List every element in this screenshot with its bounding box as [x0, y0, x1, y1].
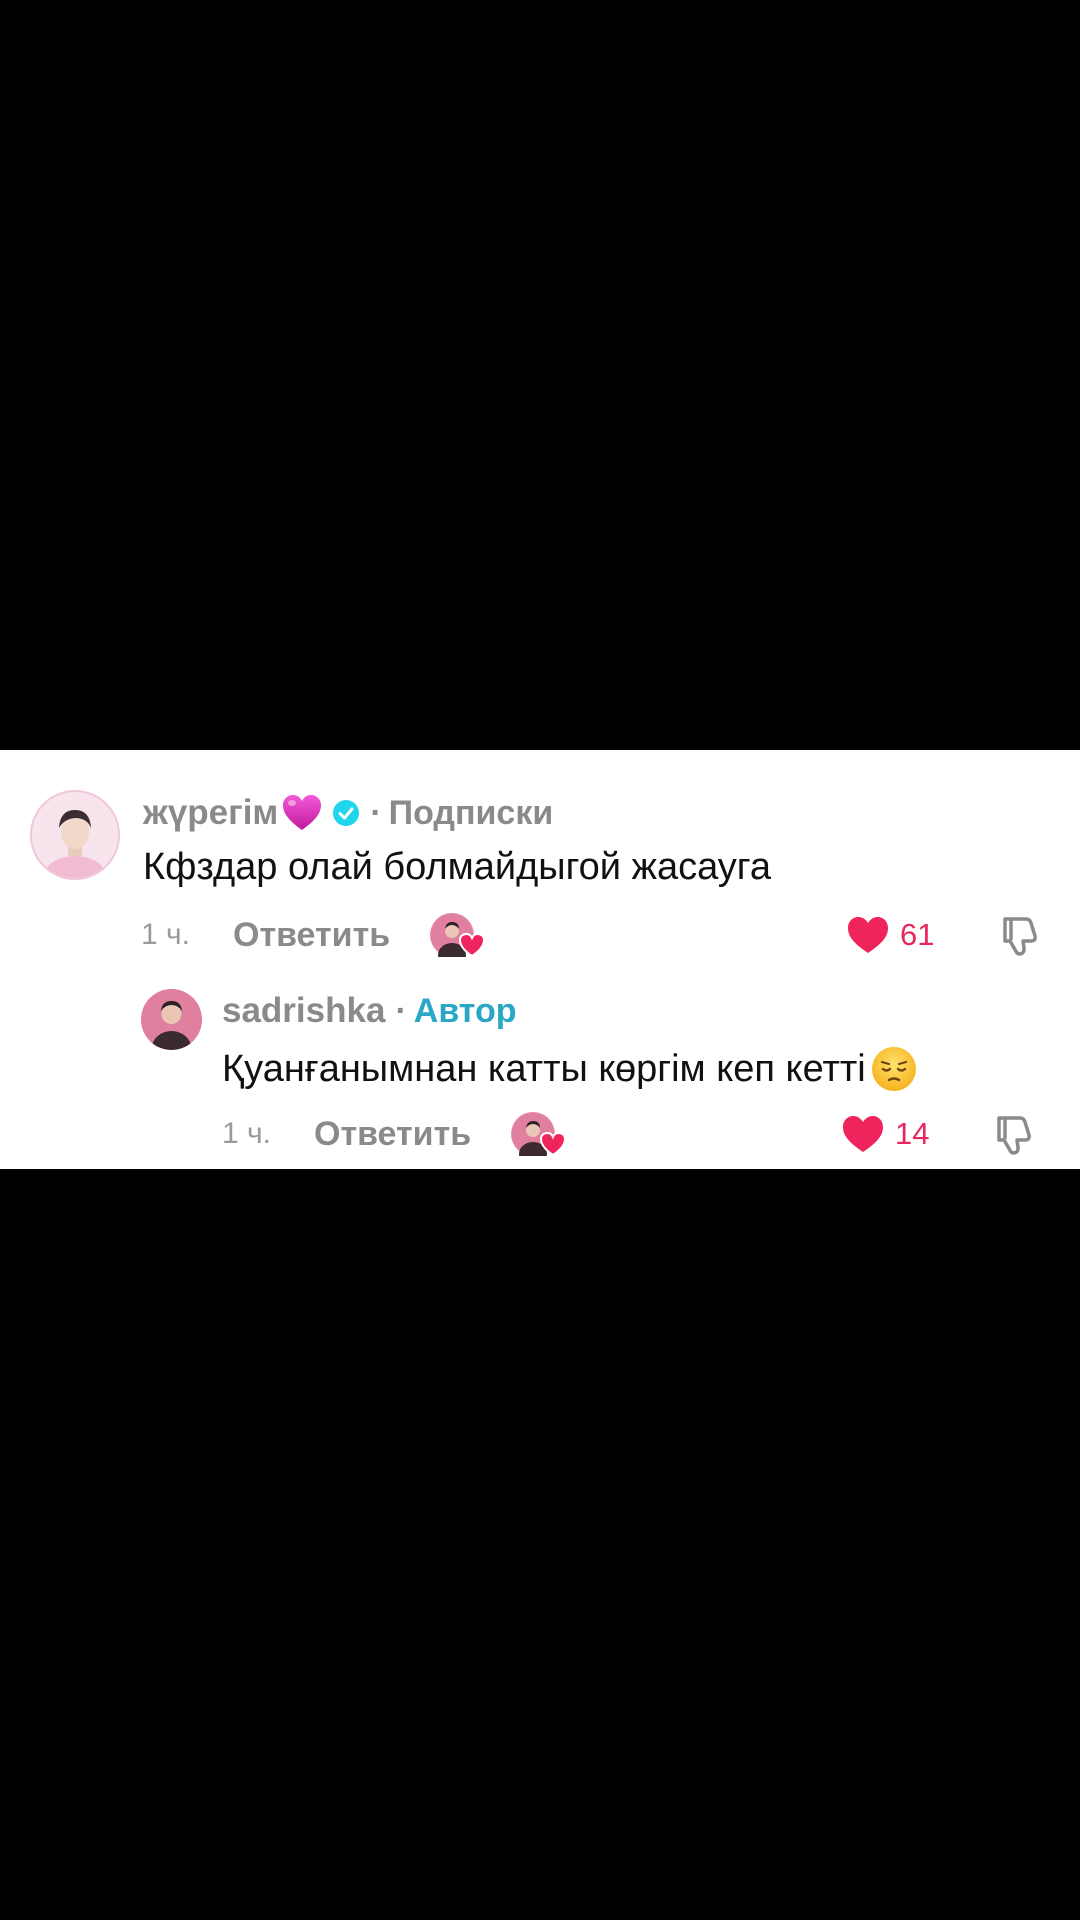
- avatar-portrait-icon: [32, 792, 118, 878]
- following-tag: Подписки: [388, 793, 554, 832]
- like-button[interactable]: 14: [841, 1112, 929, 1156]
- timestamp: 1 ч.: [222, 1117, 271, 1150]
- comment-text-content: Қуанғанымнан катты көргім кеп кетті: [222, 1047, 866, 1090]
- comment-item: жүрегім · Подписки Кфздар олай болмайдыг…: [0, 750, 1080, 979]
- comment-header: жүрегім · Подписки: [143, 790, 553, 836]
- reply-button[interactable]: Ответить: [314, 1115, 471, 1154]
- avatar-portrait-icon: [141, 989, 202, 1050]
- like-count: 61: [900, 917, 935, 952]
- username[interactable]: жүрегім: [143, 793, 278, 833]
- heart-icon: [459, 932, 486, 958]
- comment-meta: 1 ч. Ответить: [141, 913, 486, 967]
- heart-icon: [540, 1131, 567, 1157]
- like-count: 14: [895, 1116, 930, 1151]
- heart-filled-icon: [843, 1116, 883, 1152]
- verified-badge-icon: [332, 799, 360, 827]
- screen: жүрегім · Подписки Кфздар олай болмайдыг…: [0, 0, 1080, 1920]
- thumbs-down-icon: [997, 1116, 1031, 1155]
- pink-heart-emoji-icon: [280, 791, 324, 835]
- author-tag: Автор: [413, 991, 517, 1030]
- dislike-button[interactable]: [996, 912, 1042, 958]
- creator-liked-badge: [511, 1112, 567, 1166]
- comment-text: Кфздар олай болмайдыгой жасауга: [143, 846, 771, 888]
- avatar[interactable]: [30, 790, 120, 880]
- comment-meta: 1 ч. Ответить: [222, 1112, 567, 1166]
- comment-panel: жүрегім · Подписки Кфздар олай болмайдыг…: [0, 750, 1080, 1169]
- author-avatar[interactable]: [141, 989, 202, 1050]
- heart-filled-icon: [848, 917, 888, 953]
- timestamp: 1 ч.: [141, 918, 190, 951]
- reply-comment-header: sadrishka · Автор: [222, 989, 517, 1033]
- reply-button[interactable]: Ответить: [233, 916, 390, 955]
- separator-dot: ·: [370, 793, 382, 832]
- comment-text: Қуанғанымнан катты көргім кеп кетті: [222, 1045, 918, 1093]
- separator-dot: ·: [395, 991, 407, 1030]
- like-button[interactable]: 61: [846, 913, 934, 957]
- thumbs-down-icon: [1003, 917, 1037, 956]
- creator-liked-badge: [430, 913, 486, 967]
- pensive-face-emoji-icon: [870, 1045, 918, 1093]
- username[interactable]: sadrishka: [222, 991, 385, 1031]
- dislike-button[interactable]: [990, 1111, 1036, 1157]
